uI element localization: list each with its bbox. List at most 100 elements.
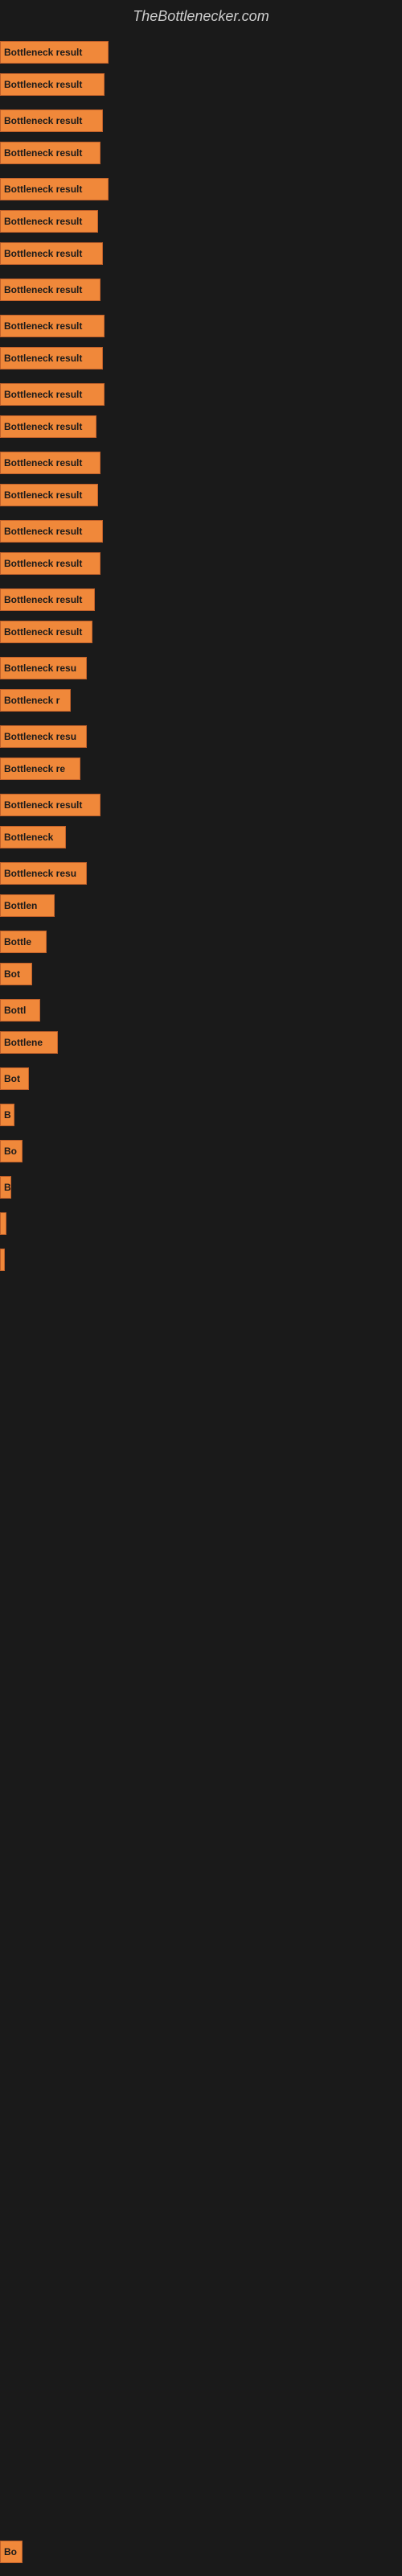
bar-rect: Bottleneck re <box>0 758 80 780</box>
bar-rect: Bottleneck r <box>0 689 71 712</box>
bar-rect: Bottleneck result <box>0 210 98 233</box>
bar-label: Bo <box>4 1146 17 1157</box>
bar-item: Bottleneck re <box>0 758 80 780</box>
bar-rect: Bot <box>0 963 32 985</box>
bar-label: Bottleneck result <box>4 216 82 227</box>
bar-label: Bottleneck resu <box>4 868 76 879</box>
bar-label: Bottleneck result <box>4 284 82 295</box>
bar-label: B <box>4 1109 11 1121</box>
bar-rect: Bottleneck resu <box>0 725 87 748</box>
bar-item: Bottleneck result <box>0 621 92 643</box>
bar-label: Bottleneck result <box>4 353 82 364</box>
bar-rect: Bottleneck resu <box>0 862 87 885</box>
bar-rect: Bottleneck result <box>0 279 100 301</box>
bar-rect: Bottleneck result <box>0 315 105 337</box>
bar-item: Bottleneck result <box>0 520 103 543</box>
bar-rect: Bottleneck result <box>0 178 109 200</box>
bar-label: Bottleneck result <box>4 526 82 537</box>
bar-item: Bottlen <box>0 894 55 917</box>
bar-rect: Bottlen <box>0 894 55 917</box>
bar-item: Bot <box>0 963 32 985</box>
bar-item: Bottleneck result <box>0 588 95 611</box>
bar-item: Bottleneck r <box>0 689 71 712</box>
bar-label: Bottleneck result <box>4 320 82 332</box>
bar-label: Bottleneck result <box>4 115 82 126</box>
bar-label: Bottlene <box>4 1037 43 1048</box>
bar-item: Bottleneck result <box>0 347 103 369</box>
bar-rect: Bottleneck result <box>0 621 92 643</box>
bar-item: Bottlene <box>0 1031 58 1054</box>
chart-container: Bottleneck result Bottleneck result Bottle… <box>0 29 402 2565</box>
bar-label: Bottleneck result <box>4 799 82 811</box>
bar-item: Bo <box>0 2541 23 2563</box>
bar-rect: Bottleneck resu <box>0 657 87 679</box>
bar-label: Bottlen <box>4 900 37 911</box>
bar-label: Bottleneck resu <box>4 731 76 742</box>
bar-rect: Bottleneck result <box>0 142 100 164</box>
bar-label: Bottleneck result <box>4 626 82 638</box>
bar-label: Bottleneck result <box>4 558 82 569</box>
bar-label: Bottleneck result <box>4 147 82 159</box>
bar-item: Bottleneck result <box>0 73 105 96</box>
bar-rect: Bottleneck result <box>0 109 103 132</box>
site-title: TheBottlenecker.com <box>0 0 402 29</box>
bar-rect: Bottleneck result <box>0 452 100 474</box>
bar-rect: Bottleneck result <box>0 383 105 406</box>
bar-item: Bottleneck result <box>0 383 105 406</box>
bar-rect <box>0 1249 5 1271</box>
bar-item: Bottleneck result <box>0 142 100 164</box>
bar-rect: Bottleneck result <box>0 520 103 543</box>
bar-item <box>0 1249 5 1271</box>
bar-item: Bottleneck <box>0 826 66 848</box>
bar-item: Bottle <box>0 931 47 953</box>
bar-label: B <box>4 1182 11 1193</box>
bar-label: Bottleneck r <box>4 695 59 706</box>
bar-label: Bottleneck <box>4 832 53 843</box>
bar-rect: Bottleneck result <box>0 794 100 816</box>
bar-rect: Bottleneck result <box>0 242 103 265</box>
bar-item: Bottleneck resu <box>0 657 87 679</box>
bar-rect: B <box>0 1176 11 1199</box>
bar-item: Bottleneck result <box>0 242 103 265</box>
bar-item: Bottleneck result <box>0 178 109 200</box>
bar-rect: Bottleneck result <box>0 41 109 64</box>
bar-item: Bottl <box>0 999 40 1022</box>
bar-item: Bottleneck result <box>0 315 105 337</box>
bar-item <box>0 1212 6 1235</box>
bar-rect <box>0 1212 6 1235</box>
bar-item: Bottleneck result <box>0 794 100 816</box>
bar-label: Bottleneck re <box>4 763 65 774</box>
bar-label: Bottleneck resu <box>4 663 76 674</box>
bar-item: Bo <box>0 1140 23 1162</box>
bar-label: Bottleneck result <box>4 389 82 400</box>
bar-item: Bot <box>0 1067 29 1090</box>
bar-rect: Bottleneck result <box>0 73 105 96</box>
bar-label: Bot <box>4 1073 20 1084</box>
bar-label: Bottleneck result <box>4 248 82 259</box>
bar-item: B <box>0 1176 11 1199</box>
bar-item: Bottleneck resu <box>0 725 87 748</box>
bar-label: Bottleneck result <box>4 421 82 432</box>
bar-label: Bot <box>4 968 20 980</box>
bar-item: Bottleneck result <box>0 210 98 233</box>
bar-rect: Bottl <box>0 999 40 1022</box>
bar-label: Bottl <box>4 1005 26 1016</box>
bar-item: Bottleneck resu <box>0 862 87 885</box>
bar-label: Bottle <box>4 936 31 947</box>
bar-rect: Bottleneck result <box>0 347 103 369</box>
bar-rect: Bottlene <box>0 1031 58 1054</box>
bar-rect: Bo <box>0 2541 23 2563</box>
bar-rect: Bottleneck <box>0 826 66 848</box>
bar-rect: Bottleneck result <box>0 588 95 611</box>
bar-rect: Bottleneck result <box>0 484 98 506</box>
bar-rect: Bottle <box>0 931 47 953</box>
bar-label: Bottleneck result <box>4 184 82 195</box>
bar-item: Bottleneck result <box>0 552 100 575</box>
bar-rect: Bottleneck result <box>0 552 100 575</box>
bar-label: Bottleneck result <box>4 47 82 58</box>
bar-rect: B <box>0 1104 14 1126</box>
bar-item: B <box>0 1104 14 1126</box>
bar-item: Bottleneck result <box>0 109 103 132</box>
bar-label: Bottleneck result <box>4 457 82 469</box>
bar-item: Bottleneck result <box>0 415 96 438</box>
